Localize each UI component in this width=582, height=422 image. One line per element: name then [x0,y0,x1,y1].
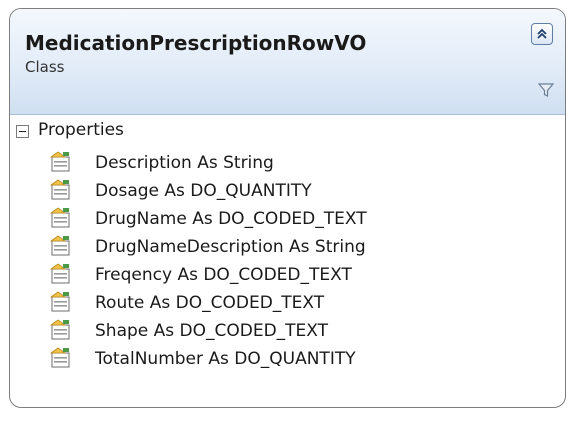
section-label: Properties [38,120,124,140]
minus-box-icon[interactable] [16,125,29,138]
property-icon [50,263,70,284]
member-text: TotalNumber As DO_QUANTITY [95,349,356,369]
properties-list: Description As String Dosage As DO_QUANT… [10,149,565,373]
list-item[interactable]: DrugNameDescription As String [10,233,565,261]
filter-icon[interactable] [537,81,555,99]
property-icon [50,291,70,312]
member-text: Shape As DO_CODED_TEXT [95,321,329,341]
list-item[interactable]: Freqency As DO_CODED_TEXT [10,261,565,289]
class-header: MedicationPrescriptionRowVO Class [10,9,565,115]
list-item[interactable]: Description As String [10,149,565,177]
list-item[interactable]: Route As DO_CODED_TEXT [10,289,565,317]
list-item[interactable]: TotalNumber As DO_QUANTITY [10,345,565,373]
member-text: Route As DO_CODED_TEXT [95,293,325,313]
double-chevron-up-icon [537,28,547,39]
member-text: DrugNameDescription As String [95,237,366,257]
class-shape[interactable]: MedicationPrescriptionRowVO Class Proper… [9,8,566,408]
properties-section-header[interactable]: Properties [10,116,565,146]
property-icon [50,179,70,200]
list-item[interactable]: Dosage As DO_QUANTITY [10,177,565,205]
class-stereotype: Class [25,58,65,76]
property-icon [50,319,70,340]
member-text: Freqency As DO_CODED_TEXT [95,265,352,285]
property-icon [50,151,70,172]
property-icon [50,235,70,256]
property-icon [50,347,70,368]
collapse-button[interactable] [531,23,553,45]
list-item[interactable]: Shape As DO_CODED_TEXT [10,317,565,345]
member-text: Dosage As DO_QUANTITY [95,181,312,201]
member-text: Description As String [95,153,274,173]
class-name: MedicationPrescriptionRowVO [25,31,367,55]
member-text: DrugName As DO_CODED_TEXT [95,209,367,229]
property-icon [50,207,70,228]
list-item[interactable]: DrugName As DO_CODED_TEXT [10,205,565,233]
